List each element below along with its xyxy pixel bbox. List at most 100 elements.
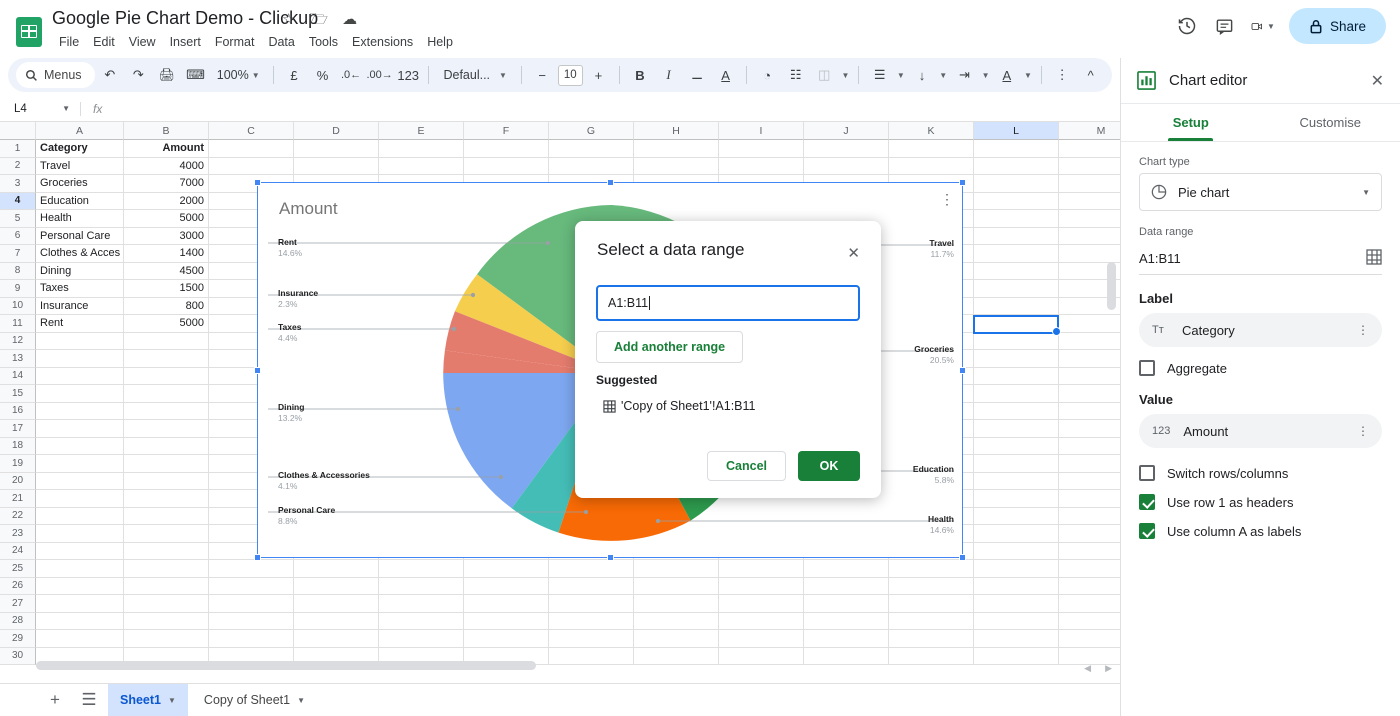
cell-C25[interactable] [209, 560, 294, 578]
cell-M5[interactable] [1059, 210, 1120, 228]
scroll-left-icon[interactable]: ◀ [1084, 663, 1091, 674]
aggregate-checkbox-row[interactable]: Aggregate [1139, 360, 1382, 376]
scroll-right-icon[interactable]: ▶ [1105, 663, 1112, 674]
resize-handle-nw[interactable] [254, 179, 261, 186]
cell-E26[interactable] [379, 578, 464, 596]
cell-G28[interactable] [549, 613, 634, 631]
cell-B22[interactable] [124, 508, 209, 526]
cell-H2[interactable] [634, 158, 719, 176]
cell-J1[interactable] [804, 140, 889, 158]
label-chip-category[interactable]: Tᴛ Category ⋮ [1139, 313, 1382, 347]
row-header-17[interactable]: 17 [0, 420, 36, 438]
zoom-selector[interactable]: 100% ▼ [211, 62, 266, 88]
cell-I27[interactable] [719, 595, 804, 613]
cell-A11[interactable]: Rent [36, 315, 124, 333]
cell-B29[interactable] [124, 630, 209, 648]
cancel-button[interactable]: Cancel [707, 451, 786, 481]
cell-B6[interactable]: 3000 [124, 228, 209, 246]
cell-C28[interactable] [209, 613, 294, 631]
borders-button[interactable]: ☷ [782, 62, 809, 88]
cell-D2[interactable] [294, 158, 379, 176]
cell-L17[interactable] [974, 420, 1059, 438]
cell-A24[interactable] [36, 543, 124, 561]
row-header-26[interactable]: 26 [0, 578, 36, 596]
star-icon[interactable]: ☆ [282, 12, 295, 27]
font-family-selector[interactable]: Defaul... ▼ [436, 62, 513, 88]
cell-H28[interactable] [634, 613, 719, 631]
cell-B13[interactable] [124, 350, 209, 368]
resize-handle-ne[interactable] [959, 179, 966, 186]
cell-I28[interactable] [719, 613, 804, 631]
resize-handle-e[interactable] [959, 367, 966, 374]
cell-L1[interactable] [974, 140, 1059, 158]
cell-B24[interactable] [124, 543, 209, 561]
cell-J26[interactable] [804, 578, 889, 596]
resize-handle-se[interactable] [959, 554, 966, 561]
cell-K2[interactable] [889, 158, 974, 176]
cell-B2[interactable]: 4000 [124, 158, 209, 176]
cell-A28[interactable] [36, 613, 124, 631]
cell-M3[interactable] [1059, 175, 1120, 193]
cell-L10[interactable] [974, 298, 1059, 316]
text-wrapping-button[interactable]: ⇥ [951, 62, 978, 88]
chevron-down-icon[interactable]: ▼ [980, 62, 992, 88]
cell-H27[interactable] [634, 595, 719, 613]
cell-B21[interactable] [124, 490, 209, 508]
cell-L9[interactable] [974, 280, 1059, 298]
cell-L23[interactable] [974, 525, 1059, 543]
cell-K29[interactable] [889, 630, 974, 648]
cell-M2[interactable] [1059, 158, 1120, 176]
cell-F1[interactable] [464, 140, 549, 158]
document-title[interactable]: Google Pie Chart Demo - Clickup [52, 8, 318, 29]
cell-L7[interactable] [974, 245, 1059, 263]
cell-L3[interactable] [974, 175, 1059, 193]
cell-A2[interactable]: Travel [36, 158, 124, 176]
cell-L22[interactable] [974, 508, 1059, 526]
row-header-6[interactable]: 6 [0, 228, 36, 246]
cell-B17[interactable] [124, 420, 209, 438]
select-all-corner[interactable] [0, 122, 36, 140]
row-header-27[interactable]: 27 [0, 595, 36, 613]
decrease-font-size-button[interactable]: − [529, 62, 556, 88]
cell-A9[interactable]: Taxes [36, 280, 124, 298]
add-another-range-button[interactable]: Add another range [596, 331, 743, 363]
menus-search-button[interactable]: Menus [16, 62, 95, 88]
cell-D25[interactable] [294, 560, 379, 578]
cell-H26[interactable] [634, 578, 719, 596]
use-row1-headers-checkbox[interactable] [1139, 494, 1155, 510]
tab-setup[interactable]: Setup [1121, 104, 1261, 141]
sheet-tab-copy-of-sheet1[interactable]: Copy of Sheet1 ▼ [192, 684, 317, 716]
column-header-L[interactable]: L [974, 122, 1059, 140]
cell-G27[interactable] [549, 595, 634, 613]
cell-C26[interactable] [209, 578, 294, 596]
cell-L18[interactable] [974, 438, 1059, 456]
resize-handle-n[interactable] [607, 179, 614, 186]
row-header-9[interactable]: 9 [0, 280, 36, 298]
column-header-I[interactable]: I [719, 122, 804, 140]
cell-B14[interactable] [124, 368, 209, 386]
column-header-F[interactable]: F [464, 122, 549, 140]
merge-cells-button[interactable]: ◫ [811, 62, 838, 88]
selected-cell-L4[interactable] [973, 315, 1059, 334]
cell-B11[interactable]: 5000 [124, 315, 209, 333]
cell-G1[interactable] [549, 140, 634, 158]
chevron-down-icon[interactable]: ▼ [297, 696, 305, 705]
chevron-down-icon[interactable]: ▼ [168, 696, 176, 705]
move-to-folder-icon[interactable]: 🗁 [309, 12, 328, 27]
cell-A26[interactable] [36, 578, 124, 596]
select-range-grid-icon[interactable] [1366, 249, 1382, 268]
cell-A17[interactable] [36, 420, 124, 438]
increase-decimal-button[interactable]: .00→ [366, 62, 393, 88]
cell-A15[interactable] [36, 385, 124, 403]
cell-A6[interactable]: Personal Care [36, 228, 124, 246]
fill-color-button[interactable]: ◔ [754, 62, 781, 88]
cell-B10[interactable]: 800 [124, 298, 209, 316]
chart-type-selector[interactable]: Pie chart ▼ [1139, 173, 1382, 211]
cell-I29[interactable] [719, 630, 804, 648]
row-header-29[interactable]: 29 [0, 630, 36, 648]
switch-rows-columns-checkbox[interactable] [1139, 465, 1155, 481]
redo-button[interactable]: ↷ [125, 62, 152, 88]
menu-insert[interactable]: Insert [163, 33, 208, 51]
cell-L20[interactable] [974, 473, 1059, 491]
cell-L28[interactable] [974, 613, 1059, 631]
